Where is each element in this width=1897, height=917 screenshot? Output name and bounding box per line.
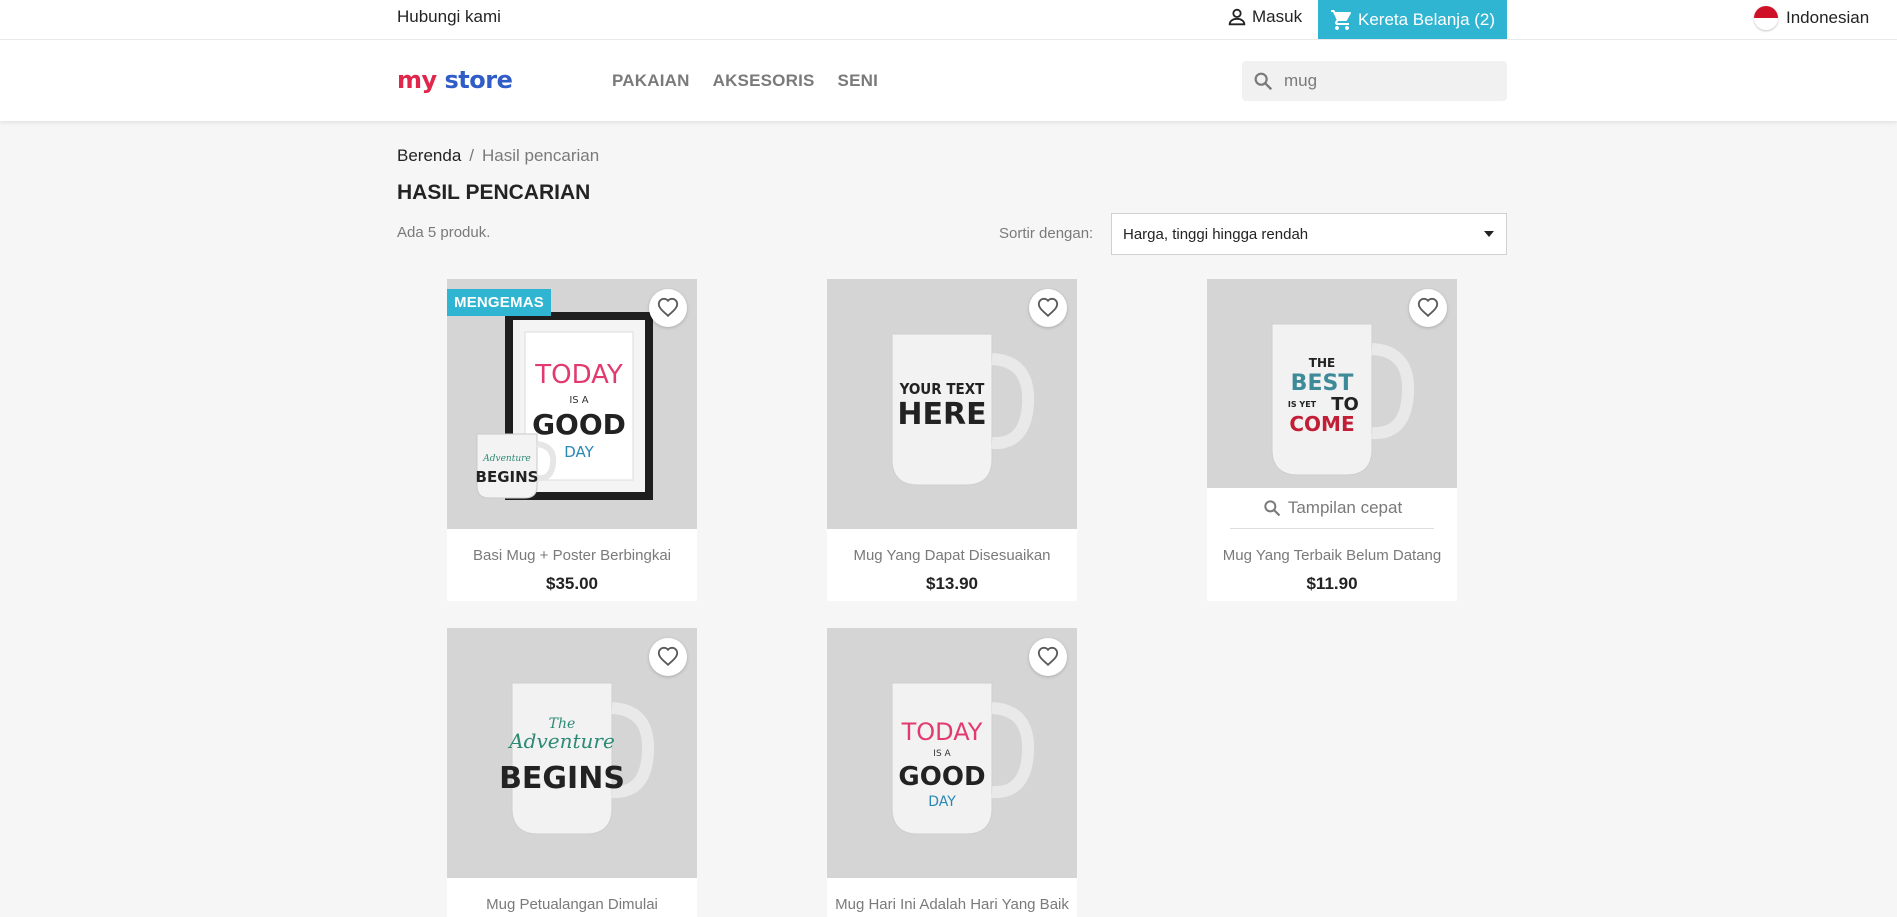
product-image[interactable]: TODAY IS A GOOD DAY Adventure BEGINS MEN… (447, 279, 697, 529)
product-description: Mug Petualangan Dimulai (447, 878, 697, 917)
heart-icon (657, 297, 679, 318)
signin-link[interactable]: Masuk (1226, 6, 1302, 28)
product-card[interactable]: The Adventure BEGINS Mug Petualangan Dim… (447, 628, 697, 917)
store-logo[interactable]: my store (397, 66, 513, 94)
product-price: $13.90 (926, 574, 978, 593)
contact-link[interactable]: Hubungi kami (397, 7, 501, 27)
mug-word-best: BEST (1291, 371, 1354, 396)
caret-down-icon (1484, 231, 1494, 237)
product-card[interactable]: YOUR TEXT HERE Mug Yang Dapat Disesuaika… (827, 279, 1077, 601)
wishlist-button[interactable] (1409, 289, 1447, 327)
wishlist-button[interactable] (649, 638, 687, 676)
heart-icon (1037, 297, 1059, 318)
wishlist-button[interactable] (649, 289, 687, 327)
signin-label: Masuk (1252, 7, 1303, 26)
product-price: $11.90 (1306, 574, 1358, 593)
top-bar: Hubungi kami Masuk Kereta Belanja (2) In… (0, 0, 1897, 40)
product-card[interactable]: TODAY IS A GOOD DAY Adventure BEGINS MEN… (447, 279, 697, 601)
mug-word-begins: BEGINS (499, 761, 625, 796)
product-name[interactable]: Mug Hari Ini Adalah Hari Yang Baik (827, 896, 1077, 913)
quick-view-label: Tampilan cepat (1287, 498, 1403, 517)
product-image[interactable]: TODAY IS A GOOD DAY (827, 628, 1077, 878)
nav-item-aksesoris[interactable]: AKSESORIS (713, 71, 815, 91)
product-price: $35.00 (546, 574, 598, 593)
product-description: Mug Yang Terbaik Belum Datang $11.90 (1207, 529, 1457, 601)
mug-word-day: DAY (928, 794, 956, 810)
nav-item-seni[interactable]: SENI (838, 71, 878, 91)
product-name[interactable]: Mug Yang Terbaik Belum Datang (1207, 547, 1457, 564)
main-nav: PAKAIAN AKSESORIS SENI (612, 71, 878, 91)
breadcrumb-separator: / (469, 146, 475, 165)
product-name[interactable]: Mug Yang Dapat Disesuaikan (827, 547, 1077, 564)
mug-word-isyet: IS YET (1288, 400, 1317, 409)
cart-label: Kereta Belanja (2) (1358, 9, 1496, 29)
mug-text-bottom: HERE (897, 397, 986, 432)
mug-word-isa: IS A (933, 749, 951, 759)
heart-icon (1037, 646, 1059, 667)
search-icon[interactable] (1252, 70, 1274, 92)
language-selector[interactable]: Indonesian (1754, 6, 1869, 30)
product-name[interactable]: Basi Mug + Poster Berbingkai (447, 547, 697, 564)
heart-icon (1417, 297, 1439, 318)
product-count: Ada 5 produk. (397, 224, 491, 241)
mug-word-come: COME (1289, 412, 1354, 436)
poster-word-good: GOOD (532, 408, 626, 441)
logo-word-my: my (397, 66, 437, 94)
main-header: my store PAKAIAN AKSESORIS SENI mug (0, 40, 1897, 121)
product-name[interactable]: Mug Petualangan Dimulai (447, 896, 697, 913)
nav-item-pakaian[interactable]: PAKAIAN (612, 71, 690, 91)
product-description: Basi Mug + Poster Berbingkai $35.00 (447, 529, 697, 601)
mug-word-good: GOOD (898, 762, 985, 792)
mug-word-today: TODAY (901, 718, 983, 746)
product-card[interactable]: THE BEST IS YET TO COME Tampilan cepat M… (1207, 279, 1457, 601)
search-box[interactable]: mug (1242, 61, 1507, 101)
breadcrumb-home[interactable]: Berenda (397, 146, 461, 165)
product-image[interactable]: THE BEST IS YET TO COME (1207, 279, 1457, 488)
product-card[interactable]: TODAY IS A GOOD DAY Mug Hari Ini Adalah … (827, 628, 1077, 917)
product-description: Mug Yang Dapat Disesuaikan $13.90 (827, 529, 1077, 601)
product-flag-badge: MENGEMAS (447, 289, 551, 316)
svg-text:BEGINS: BEGINS (476, 468, 539, 486)
cart-icon (1331, 9, 1351, 30)
search-icon (1264, 500, 1281, 517)
mug-word-the: THE (1309, 356, 1335, 370)
poster-word-isa: IS A (569, 395, 588, 406)
svg-text:Adventure: Adventure (482, 454, 531, 464)
user-icon (1228, 8, 1246, 26)
indonesia-flag-icon (1754, 6, 1778, 30)
sort-dropdown[interactable]: Harga, tinggi hingga rendah (1111, 213, 1507, 255)
sort-selected-value: Harga, tinggi hingga rendah (1123, 225, 1309, 243)
breadcrumb-current: Hasil pencarian (482, 146, 600, 165)
product-image[interactable]: YOUR TEXT HERE (827, 279, 1077, 529)
logo-word-store: store (444, 66, 513, 94)
language-label: Indonesian (1786, 8, 1870, 27)
heart-icon (657, 646, 679, 667)
mug-text-top: YOUR TEXT (899, 380, 986, 398)
product-image[interactable]: The Adventure BEGINS (447, 628, 697, 878)
product-description: Mug Hari Ini Adalah Hari Yang Baik (827, 878, 1077, 917)
search-input[interactable]: mug (1284, 71, 1317, 91)
mug-word-adventure: Adventure (507, 729, 615, 753)
poster-word-today: TODAY (534, 360, 623, 390)
wishlist-button[interactable] (1029, 289, 1067, 327)
quick-view-button[interactable]: Tampilan cepat (1230, 488, 1434, 529)
wishlist-button[interactable] (1029, 638, 1067, 676)
sort-label: Sortir dengan: (999, 225, 1094, 242)
breadcrumb: Berenda / Hasil pencarian (397, 146, 599, 166)
poster-word-day: DAY (564, 443, 594, 461)
page-title: HASIL PENCARIAN (397, 181, 591, 204)
quick-view-area: Tampilan cepat (1207, 488, 1457, 529)
cart-button[interactable]: Kereta Belanja (2) (1318, 0, 1507, 39)
